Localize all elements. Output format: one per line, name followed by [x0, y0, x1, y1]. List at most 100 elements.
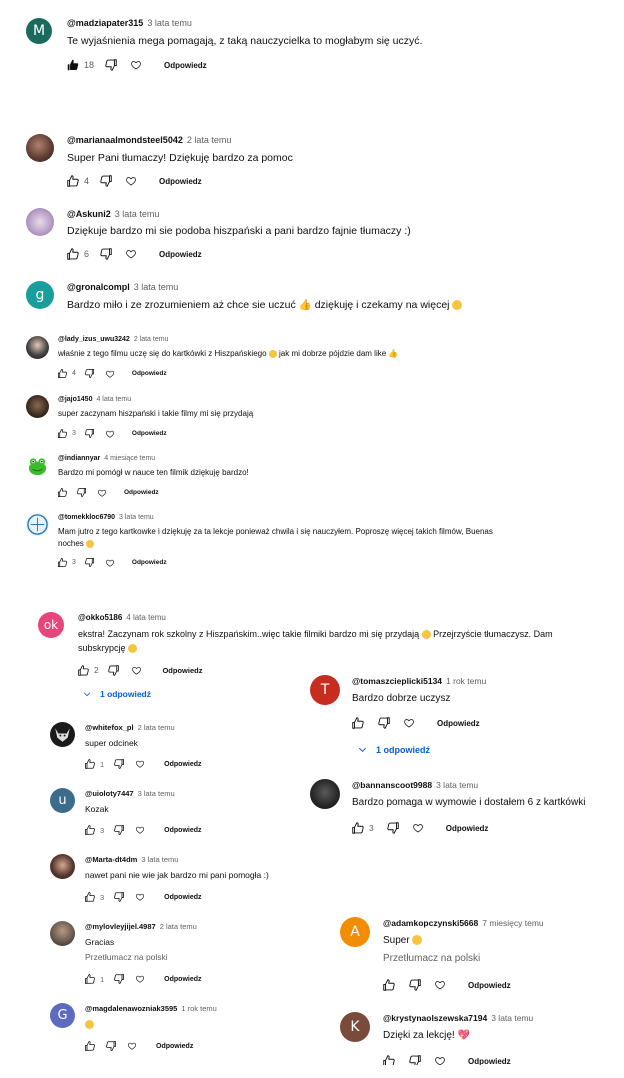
- comment-author[interactable]: @tomaszcieplicki5134: [352, 676, 442, 686]
- comment-author[interactable]: @marianaalmondsteel5042: [67, 135, 183, 145]
- reply-button[interactable]: Odpowiedz: [159, 250, 202, 259]
- reply-button[interactable]: Odpowiedz: [132, 559, 167, 566]
- comment-author[interactable]: @Askuni2: [67, 209, 111, 219]
- avatar[interactable]: [26, 208, 54, 236]
- heart-icon[interactable]: [105, 369, 115, 379]
- heart-icon[interactable]: [135, 892, 145, 902]
- reply-button[interactable]: Odpowiedz: [468, 981, 511, 990]
- dislike-icon[interactable]: [113, 758, 125, 770]
- avatar[interactable]: K: [340, 1012, 370, 1042]
- comment-time[interactable]: 2 lata temu: [134, 336, 169, 343]
- avatar[interactable]: [50, 854, 75, 879]
- dislike-icon[interactable]: [408, 978, 422, 992]
- comment-author[interactable]: @madziapater315: [67, 18, 143, 28]
- translate-link[interactable]: Przetłumacz na polski: [85, 952, 168, 962]
- heart-icon[interactable]: [403, 717, 415, 729]
- dislike-icon[interactable]: [113, 891, 125, 903]
- like-icon[interactable]: [382, 978, 396, 992]
- reply-button[interactable]: Odpowiedz: [164, 894, 201, 901]
- comment-time[interactable]: 2 lata temu: [160, 922, 197, 931]
- dislike-icon[interactable]: [99, 247, 113, 261]
- dislike-icon[interactable]: [105, 1040, 117, 1052]
- avatar[interactable]: [26, 454, 49, 477]
- like-filled-icon[interactable]: [66, 58, 80, 72]
- comment-author[interactable]: @mylovleyjijel.4987: [85, 922, 156, 931]
- comment-author[interactable]: @okko5186: [78, 613, 122, 622]
- reply-button[interactable]: Odpowiedz: [446, 824, 489, 833]
- comment-time[interactable]: 2 lata temu: [138, 723, 175, 732]
- comment-time[interactable]: 1 rok temu: [446, 676, 486, 686]
- reply-button[interactable]: Odpowiedz: [164, 761, 201, 768]
- reply-button[interactable]: Odpowiedz: [132, 430, 167, 437]
- dislike-icon[interactable]: [76, 487, 87, 498]
- dislike-icon[interactable]: [107, 664, 120, 677]
- comment-author[interactable]: @lady_izus_uwu3242: [58, 336, 130, 343]
- dislike-icon[interactable]: [408, 1054, 422, 1065]
- comment-author[interactable]: @krystynaolszewska7194: [383, 1013, 487, 1023]
- comment-author[interactable]: @uioloty7447: [85, 789, 134, 798]
- like-icon[interactable]: [84, 973, 96, 985]
- dislike-icon[interactable]: [84, 368, 95, 379]
- avatar[interactable]: [50, 921, 75, 946]
- like-icon[interactable]: [84, 758, 96, 770]
- reply-button[interactable]: Odpowiedz: [132, 370, 167, 377]
- like-icon[interactable]: [84, 1040, 96, 1052]
- like-icon[interactable]: [57, 368, 68, 379]
- reply-button[interactable]: Odpowiedz: [437, 719, 480, 728]
- comment-time[interactable]: 3 lata temu: [138, 789, 175, 798]
- reply-button[interactable]: Odpowiedz: [162, 666, 202, 675]
- heart-icon[interactable]: [125, 248, 137, 260]
- comment-time[interactable]: 3 lata temu: [119, 514, 154, 521]
- comment-author[interactable]: @indiannyar: [58, 455, 100, 462]
- avatar[interactable]: [26, 134, 54, 162]
- comment-time[interactable]: 7 miesięcy temu: [482, 918, 543, 928]
- heart-icon[interactable]: [434, 1055, 446, 1065]
- comment-time[interactable]: 3 lata temu: [134, 282, 179, 292]
- like-icon[interactable]: [382, 1054, 396, 1065]
- comment-author[interactable]: @tomekkloc6790: [58, 514, 115, 521]
- avatar[interactable]: M: [26, 18, 52, 44]
- reply-button[interactable]: Odpowiedz: [156, 1043, 193, 1050]
- dislike-icon[interactable]: [113, 824, 125, 836]
- heart-icon[interactable]: [105, 558, 115, 568]
- reply-button[interactable]: Odpowiedz: [159, 177, 202, 186]
- comment-author[interactable]: @whitefox_pl: [85, 723, 134, 732]
- heart-icon[interactable]: [125, 175, 137, 187]
- avatar[interactable]: [310, 779, 340, 809]
- heart-icon[interactable]: [131, 665, 142, 676]
- like-icon[interactable]: [57, 487, 68, 498]
- like-icon[interactable]: [57, 557, 68, 568]
- avatar[interactable]: G: [50, 1003, 75, 1028]
- like-icon[interactable]: [84, 824, 96, 836]
- like-icon[interactable]: [66, 247, 80, 261]
- comment-time[interactable]: 3 lata temu: [115, 209, 160, 219]
- heart-icon[interactable]: [135, 759, 145, 769]
- reply-button[interactable]: Odpowiedz: [124, 489, 159, 496]
- heart-icon[interactable]: [130, 59, 142, 71]
- heart-icon[interactable]: [105, 429, 115, 439]
- comment-time[interactable]: 1 rok temu: [181, 1004, 216, 1013]
- avatar[interactable]: u: [50, 788, 75, 813]
- heart-icon[interactable]: [127, 1041, 137, 1051]
- view-replies-button[interactable]: 1 odpowiedź: [357, 744, 430, 755]
- dislike-icon[interactable]: [386, 821, 400, 835]
- dislike-icon[interactable]: [99, 174, 113, 188]
- heart-icon[interactable]: [135, 825, 145, 835]
- like-icon[interactable]: [84, 891, 96, 903]
- comment-author[interactable]: @gronalcompl: [67, 282, 130, 292]
- comment-author[interactable]: @jajo1450: [58, 396, 92, 403]
- avatar[interactable]: [26, 336, 49, 359]
- dislike-icon[interactable]: [84, 428, 95, 439]
- comment-time[interactable]: 3 lata temu: [147, 18, 192, 28]
- dislike-icon[interactable]: [104, 58, 118, 72]
- avatar[interactable]: [50, 722, 75, 747]
- comment-time[interactable]: 4 lata temu: [126, 613, 166, 622]
- comment-time[interactable]: 2 lata temu: [187, 135, 232, 145]
- reply-button[interactable]: Odpowiedz: [164, 976, 201, 983]
- heart-icon[interactable]: [135, 974, 145, 984]
- comment-time[interactable]: 3 lata temu: [491, 1013, 533, 1023]
- translate-link[interactable]: Przetłumacz na polski: [383, 953, 480, 964]
- reply-button[interactable]: Odpowiedz: [164, 827, 201, 834]
- comment-time[interactable]: 3 lata temu: [436, 780, 478, 790]
- reply-button[interactable]: Odpowiedz: [164, 61, 207, 70]
